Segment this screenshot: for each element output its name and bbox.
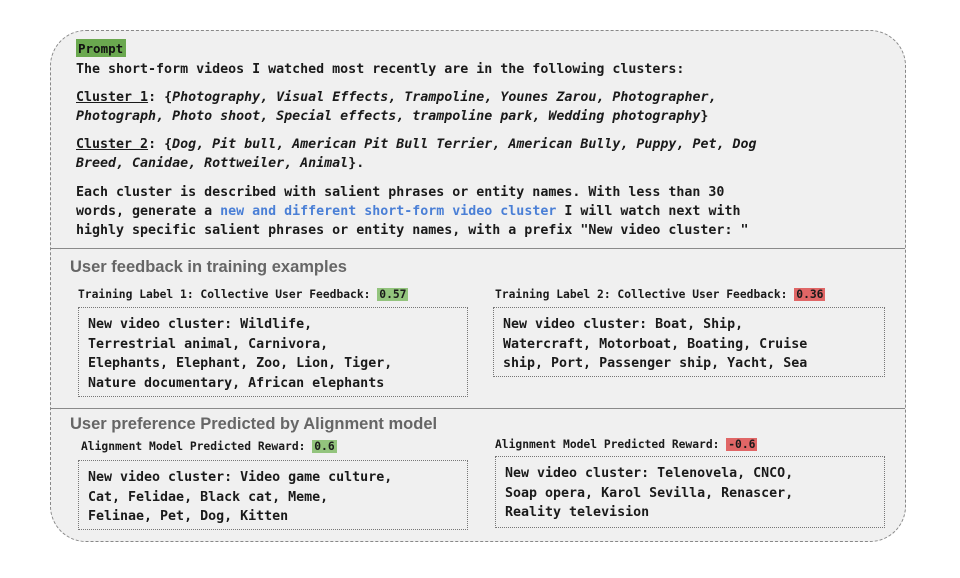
training-label-2-text: Training Label 2: Collective User Feedba…: [495, 288, 795, 301]
instruction-line-3: highly specific salient phrases or entit…: [76, 223, 749, 238]
box-line: Elephants, Elephant, Zoo, Lion, Tiger,: [88, 356, 393, 371]
box-line: Cat, Felidae, Black cat, Meme,: [88, 489, 329, 505]
training-label-1-value: 0.57: [377, 288, 409, 301]
instruction-line-2: words, generate a new and different shor…: [76, 202, 740, 222]
training-label-2-value: 0.36: [794, 288, 826, 301]
training-example-box-2: New video cluster: Boat, Ship, Watercraf…: [493, 307, 885, 377]
instruction-line-1: Each cluster is described with salient p…: [76, 185, 725, 200]
cluster-1-items-b: Photograph, Photo shoot, Special effects…: [76, 109, 701, 124]
alignment-label-1-text: Alignment Model Predicted Reward:: [81, 440, 313, 453]
cluster-1-line-1: Cluster 1: {Photography, Visual Effects,…: [76, 88, 716, 108]
cluster-2-label: Cluster 2: [76, 137, 149, 152]
cluster-2-open: : {: [148, 137, 173, 152]
alignment-title: User preference Predicted by Alignment m…: [70, 415, 438, 433]
prompt-tag: Prompt: [76, 39, 127, 57]
box-line: Felinae, Pet, Dog, Kitten: [88, 509, 289, 524]
alignment-example-box-2: New video cluster: Telenovela, CNCO, Soa…: [495, 456, 885, 528]
alignment-label-2-value: -0.6: [726, 438, 758, 451]
alignment-label-2: Alignment Model Predicted Reward: -0.6: [495, 436, 758, 453]
cluster-2-items-a: Dog, Pit bull, American Pit Bull Terrier…: [172, 137, 757, 152]
alignment-label-1-value: 0.6: [312, 440, 337, 453]
feedback-title: User feedback in training examples: [70, 258, 347, 276]
prompt-intro: The short-form videos I watched most rec…: [76, 62, 685, 77]
training-example-box-1: New video cluster: Wildlife, Terrestrial…: [78, 307, 468, 397]
box-line: ship, Port, Passenger ship, Yacht, Sea: [503, 356, 808, 371]
box-line: Nature documentary, African elephants: [88, 375, 385, 391]
box-line: Watercraft, Motorboat, Boating, Cruise: [503, 336, 808, 352]
alignment-example-box-1: New video cluster: Video game culture, C…: [78, 460, 468, 530]
box-line: New video cluster: Wildlife,: [88, 317, 313, 332]
training-label-1-text: Training Label 1: Collective User Feedba…: [78, 288, 378, 301]
alignment-label-1: Alignment Model Predicted Reward: 0.6: [81, 438, 337, 455]
cluster-1-label: Cluster 1: [76, 90, 149, 105]
training-label-1: Training Label 1: Collective User Feedba…: [78, 286, 409, 303]
box-line: New video cluster: Video game culture,: [88, 470, 393, 485]
cluster-1-close: }: [700, 109, 709, 124]
box-line: New video cluster: Telenovela, CNCO,: [505, 466, 794, 481]
divider-2: [51, 408, 905, 409]
cluster-1-line-2: Photograph, Photo shoot, Special effects…: [76, 107, 708, 127]
alignment-label-2-text: Alignment Model Predicted Reward:: [495, 438, 727, 451]
box-line: New video cluster: Boat, Ship,: [503, 317, 744, 332]
divider-1: [51, 248, 905, 249]
box-line: Terrestrial animal, Carnivora,: [88, 336, 329, 352]
instruction-line-2-pre: words, generate a: [76, 204, 221, 219]
cluster-1-open: : {: [148, 90, 173, 105]
figure-panel: Prompt The short-form videos I watched m…: [50, 30, 906, 542]
cluster-2-line-2: Breed, Canidae, Rottweiler, Animal}.: [76, 154, 364, 174]
cluster-2-items-b: Breed, Canidae, Rottweiler, Animal: [76, 156, 349, 171]
cluster-2-close: }.: [348, 156, 365, 171]
box-line: Soap opera, Karol Sevilla, Renascer,: [505, 485, 794, 501]
cluster-2-line-1: Cluster 2: {Dog, Pit bull, American Pit …: [76, 135, 757, 155]
instruction-highlight: new and different short-form video clust…: [220, 204, 557, 219]
box-line: Reality television: [505, 505, 650, 520]
cluster-1-items-a: Photography, Visual Effects, Trampoline,…: [172, 90, 717, 105]
training-label-2: Training Label 2: Collective User Feedba…: [495, 286, 826, 303]
instruction-line-2-post: I will watch next with: [556, 204, 741, 219]
